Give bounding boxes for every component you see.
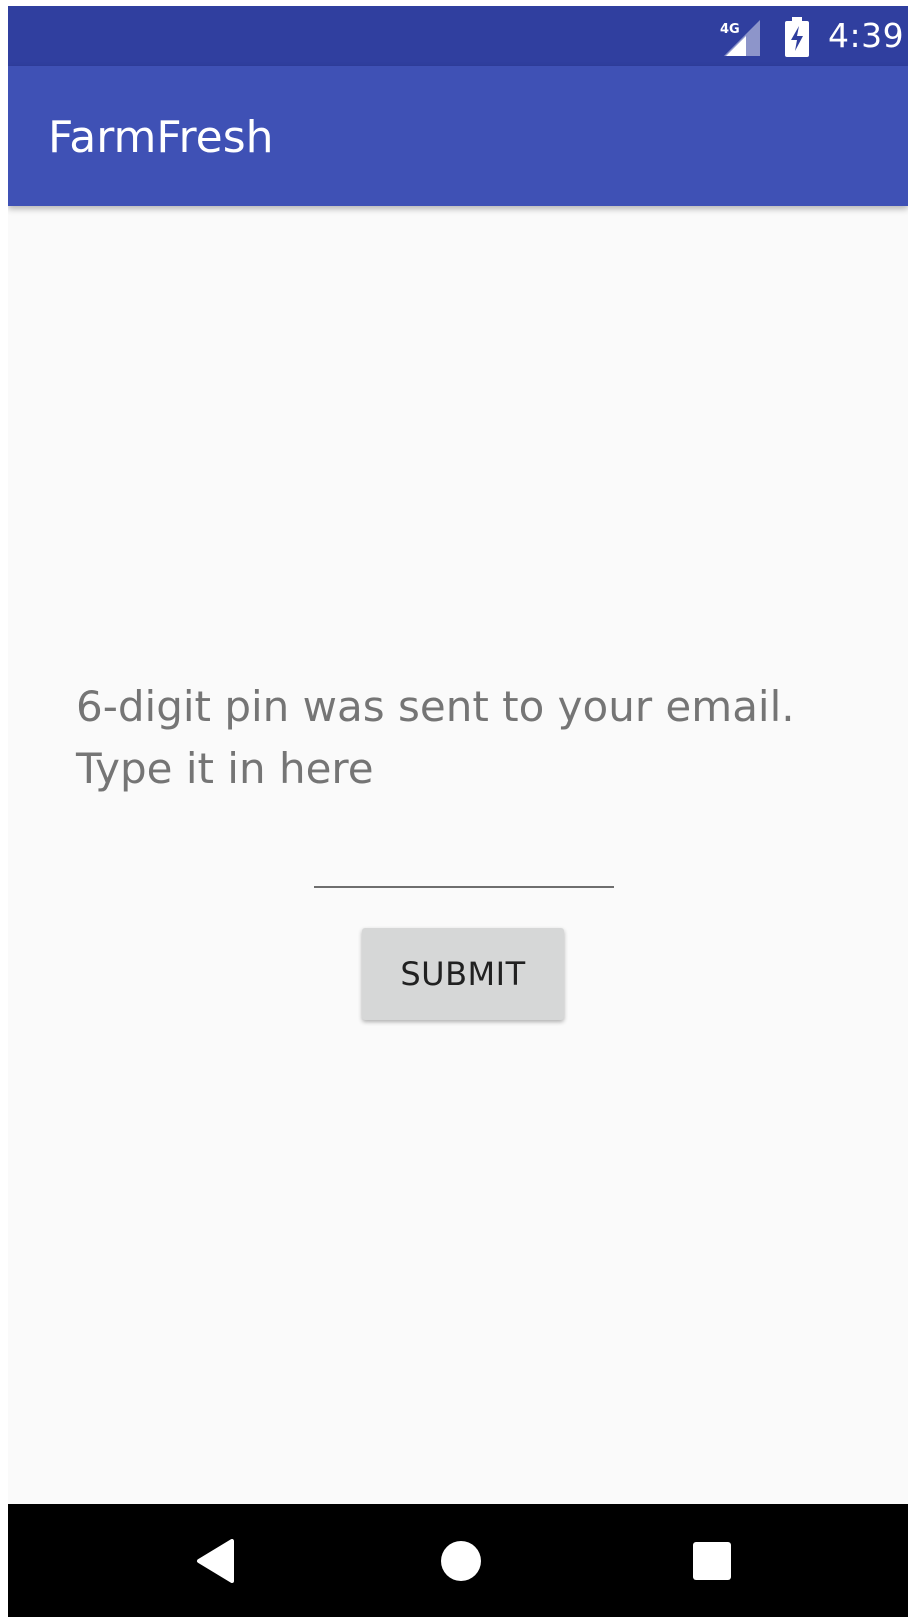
- battery-charging-icon: [785, 17, 809, 57]
- instruction-line-1: 6-digit pin was sent to your email.: [76, 682, 795, 731]
- instruction-line-2: Type it in here: [76, 744, 374, 793]
- app-title: FarmFresh: [48, 112, 274, 163]
- signal-4g-icon: 4G: [720, 20, 760, 56]
- status-time: 4:39: [828, 16, 905, 55]
- app-bar: FarmFresh: [8, 66, 908, 206]
- status-bar: 4G 4:39: [8, 6, 908, 66]
- submit-button[interactable]: SUBMIT: [362, 928, 564, 1020]
- home-circle-icon: [441, 1541, 481, 1581]
- pin-input[interactable]: [314, 826, 614, 888]
- network-type-label: 4G: [720, 22, 740, 37]
- back-triangle-icon: [197, 1539, 234, 1583]
- pin-instruction: 6-digit pin was sent to your email. Type…: [76, 676, 876, 800]
- recents-button[interactable]: [677, 1526, 747, 1596]
- back-button[interactable]: [181, 1526, 251, 1596]
- recents-square-icon: [693, 1542, 731, 1580]
- home-button[interactable]: [426, 1526, 496, 1596]
- navigation-bar: [8, 1504, 908, 1617]
- phone-screen: 4G 4:39 FarmFresh 6-digit pin was sent t…: [8, 6, 908, 1617]
